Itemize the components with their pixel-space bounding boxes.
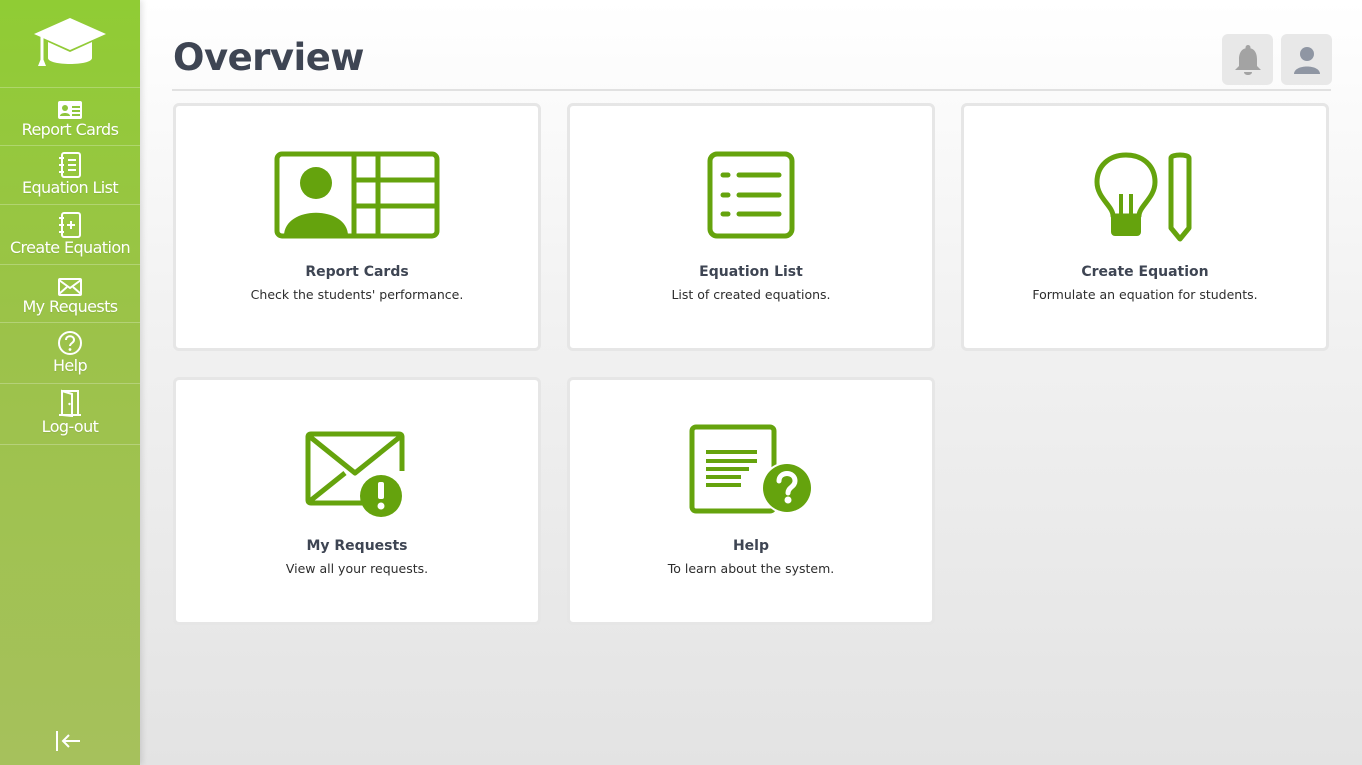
card-help[interactable]: Help To learn about the system. xyxy=(567,377,935,625)
document-question-icon xyxy=(570,424,932,516)
card-report-cards[interactable]: Report Cards Check the students' perform… xyxy=(173,103,541,351)
card-create-equation[interactable]: Create Equation Formulate an equation fo… xyxy=(961,103,1329,351)
card-description: Check the students' performance. xyxy=(250,287,464,302)
notifications-button[interactable] xyxy=(1222,34,1273,85)
card-description: List of created equations. xyxy=(671,287,831,302)
sidebar-item-label: Log-out xyxy=(41,417,99,436)
card-description: Formulate an equation for students. xyxy=(1032,287,1258,302)
report-card-icon xyxy=(176,151,538,239)
list-icon xyxy=(570,151,932,239)
question-circle-icon xyxy=(57,330,83,356)
envelope-alert-icon xyxy=(176,431,538,521)
card-description: To learn about the system. xyxy=(667,561,835,576)
lightbulb-pencil-icon xyxy=(964,152,1326,242)
envelope-icon xyxy=(57,271,83,297)
door-icon xyxy=(58,389,82,417)
sidebar-item-create-equation[interactable]: Create Equation xyxy=(0,205,140,265)
card-title: My Requests xyxy=(306,538,408,554)
page-title: Overview xyxy=(173,36,365,79)
card-title: Help xyxy=(732,538,770,554)
sidebar-item-report-cards[interactable]: Report Cards xyxy=(0,88,140,146)
sidebar-item-label: My Requests xyxy=(22,296,118,316)
sidebar-item-equation-list[interactable]: Equation List xyxy=(0,146,140,205)
card-title: Create Equation xyxy=(1081,264,1209,280)
collapse-sidebar-button[interactable] xyxy=(52,727,84,755)
card-title: Report Cards xyxy=(305,264,409,280)
sidebar-item-my-requests[interactable]: My Requests xyxy=(0,265,140,323)
collapse-left-icon xyxy=(56,731,80,751)
sidebar-item-label: Help xyxy=(52,356,88,375)
card-my-requests[interactable]: My Requests View all your requests. xyxy=(173,377,541,625)
notebook-list-icon xyxy=(58,152,82,178)
profile-button[interactable] xyxy=(1281,34,1332,85)
sidebar-item-help[interactable]: Help xyxy=(0,323,140,384)
logo[interactable] xyxy=(0,0,140,88)
sidebar: Report Cards Equation List Create Equati… xyxy=(0,0,140,765)
card-equation-list[interactable]: Equation List List of created equations. xyxy=(567,103,935,351)
sidebar-item-label: Report Cards xyxy=(21,119,119,139)
sidebar-item-label: Create Equation xyxy=(9,237,131,257)
sidebar-item-label: Equation List xyxy=(21,178,119,197)
sidebar-item-log-out[interactable]: Log-out xyxy=(0,384,140,445)
card-title: Equation List xyxy=(699,264,803,280)
id-card-icon xyxy=(57,94,83,120)
header-divider xyxy=(172,89,1331,91)
card-description: View all your requests. xyxy=(285,561,429,576)
user-icon xyxy=(1293,46,1320,74)
bell-icon xyxy=(1234,44,1261,75)
graduation-cap-icon xyxy=(34,17,106,66)
notebook-plus-icon xyxy=(58,211,82,238)
